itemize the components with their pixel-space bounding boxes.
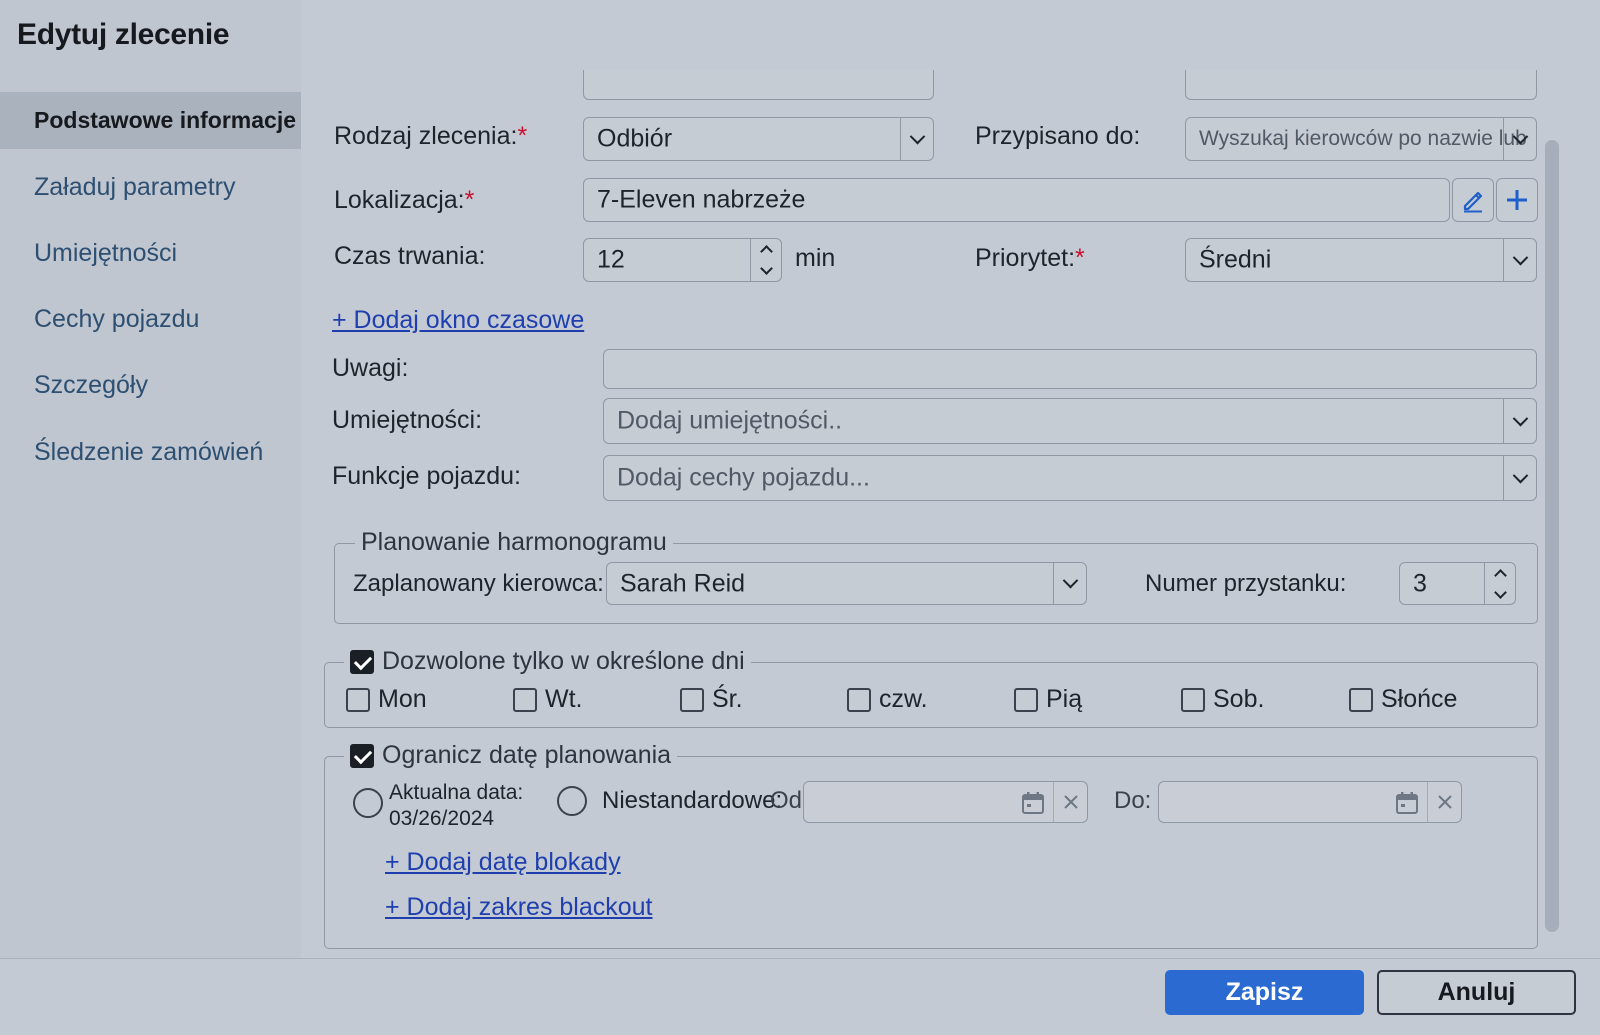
scheduled-driver-label: Zaplanowany kierowca: <box>353 570 604 597</box>
order-type-value: Odbiór <box>597 124 673 153</box>
duration-stepper[interactable]: 12 <box>583 238 782 282</box>
chevron-up-icon[interactable] <box>759 245 773 258</box>
sidebar-item-details[interactable]: Szczegóły <box>0 357 301 414</box>
allowed-days-legend: Dozwolone tylko w określone dni <box>344 647 751 676</box>
schedule-legend: Planowanie harmonogramu <box>355 528 673 557</box>
chevron-down-icon[interactable] <box>1053 563 1086 604</box>
vehicle-features-label: Funkcje pojazdu: <box>332 462 522 490</box>
priority-label: Priorytet:* <box>975 244 1085 272</box>
calendar-icon[interactable] <box>1021 791 1045 820</box>
clear-to-button[interactable] <box>1427 782 1461 822</box>
current-date-label: Aktualna data: <box>389 781 524 804</box>
limit-date-legend-text: Ogranicz datę planowania <box>382 741 672 769</box>
chevron-down-icon[interactable] <box>1503 239 1536 281</box>
add-blackout-date-link[interactable]: + Dodaj datę blokady <box>385 848 621 877</box>
priority-value: Średni <box>1199 245 1272 274</box>
scrollbar-thumb[interactable] <box>1545 140 1559 932</box>
duration-unit: min <box>795 244 836 272</box>
current-date-value: 03/26/2024 <box>389 807 495 830</box>
day-wed[interactable]: Śr. <box>680 685 743 714</box>
order-type-label: Rodzaj zlecenia:* <box>334 122 528 150</box>
custom-date-radio[interactable] <box>557 786 587 816</box>
dialog-title: Edytuj zlecenie <box>17 18 230 51</box>
edit-location-button[interactable] <box>1452 178 1494 222</box>
stop-number-value: 3 <box>1413 569 1427 597</box>
skills-select[interactable]: Dodaj umiejętności.. <box>603 398 1537 444</box>
chevron-down-icon[interactable] <box>1493 585 1507 599</box>
assigned-to-label: Przypisano do: <box>975 122 1141 150</box>
location-label: Lokalizacja:* <box>334 186 475 214</box>
day-sat-checkbox[interactable] <box>1181 687 1205 712</box>
stop-number-spinner[interactable] <box>1484 563 1515 604</box>
notes-input[interactable] <box>603 349 1537 389</box>
chevron-down-icon[interactable] <box>1503 118 1536 160</box>
day-wed-checkbox[interactable] <box>680 687 704 712</box>
scrolled-field-right[interactable] <box>1185 70 1537 100</box>
add-location-button[interactable] <box>1496 178 1538 222</box>
order-type-select[interactable]: Odbiór <box>583 117 934 161</box>
calendar-icon[interactable] <box>1395 791 1419 820</box>
sidebar-item-order-tracking[interactable]: Śledzenie zamówień <box>0 424 301 481</box>
location-input[interactable]: 7-Eleven nabrzeże <box>583 178 1450 222</box>
close-icon <box>1437 795 1452 809</box>
day-sat[interactable]: Sob. <box>1181 685 1264 714</box>
chevron-up-icon[interactable] <box>1493 568 1507 582</box>
scheduled-driver-select[interactable]: Sarah Reid <box>606 562 1087 605</box>
day-thu[interactable]: czw. <box>847 685 928 714</box>
duration-label: Czas trwania: <box>334 242 486 270</box>
day-fri-checkbox[interactable] <box>1014 687 1038 712</box>
day-sun-checkbox[interactable] <box>1349 687 1373 712</box>
clear-from-button[interactable] <box>1053 782 1087 822</box>
save-button[interactable]: Zapisz <box>1165 970 1364 1015</box>
day-mon[interactable]: Mon <box>346 685 427 714</box>
chevron-down-icon[interactable] <box>759 262 773 275</box>
assigned-to-select[interactable]: Wyszukaj kierowców po nazwie lub <box>1185 117 1537 161</box>
add-blackout-range-link[interactable]: + Dodaj zakres blackout <box>385 893 653 922</box>
custom-date-label: Niestandardowe: <box>602 787 783 814</box>
current-date-radio[interactable] <box>353 788 383 818</box>
allowed-days-checkbox[interactable] <box>350 649 374 674</box>
priority-select[interactable]: Średni <box>1185 238 1537 282</box>
sidebar-item-load-params[interactable]: Załaduj parametry <box>0 159 301 216</box>
day-tue-checkbox[interactable] <box>513 687 537 712</box>
plus-icon <box>1507 190 1527 210</box>
duration-spinner[interactable] <box>750 239 781 281</box>
vehicle-features-placeholder: Dodaj cechy pojazdu... <box>617 463 870 492</box>
day-sun[interactable]: Słońce <box>1349 685 1457 714</box>
day-thu-checkbox[interactable] <box>847 687 871 712</box>
chevron-down-icon[interactable] <box>1503 399 1536 443</box>
sidebar-item-vehicle-features[interactable]: Cechy pojazdu <box>0 291 301 348</box>
sidebar-item-skills[interactable]: Umiejętności <box>0 225 301 282</box>
from-date-input[interactable] <box>803 781 1088 823</box>
cancel-button[interactable]: Anuluj <box>1377 970 1576 1015</box>
stop-number-label: Numer przystanku: <box>1145 570 1347 597</box>
notes-label: Uwagi: <box>332 354 409 382</box>
scrolled-field-left[interactable] <box>583 70 934 100</box>
day-tue[interactable]: Wt. <box>513 685 583 714</box>
stop-number-stepper[interactable]: 3 <box>1399 562 1516 605</box>
skills-label: Umiejętności: <box>332 406 483 434</box>
close-icon <box>1063 795 1078 809</box>
day-mon-checkbox[interactable] <box>346 687 370 712</box>
duration-value: 12 <box>597 245 625 274</box>
day-fri[interactable]: Pią <box>1014 685 1082 714</box>
to-date-input[interactable] <box>1158 781 1462 823</box>
skills-placeholder: Dodaj umiejętności.. <box>617 406 843 435</box>
allowed-days-legend-text: Dozwolone tylko w określone dni <box>382 647 745 675</box>
current-date-text: Aktualna data: 03/26/2024 <box>389 780 523 832</box>
chevron-down-icon[interactable] <box>900 118 933 160</box>
chevron-down-icon[interactable] <box>1503 456 1536 500</box>
to-label: Do: <box>1114 787 1152 814</box>
add-time-window-link[interactable]: + Dodaj okno czasowe <box>332 306 584 335</box>
sidebar-item-basic-info[interactable]: Podstawowe informacje <box>0 92 301 149</box>
scheduled-driver-value: Sarah Reid <box>620 569 746 597</box>
assigned-to-placeholder: Wyszukaj kierowców po nazwie lub <box>1199 127 1527 150</box>
location-value: 7-Eleven nabrzeże <box>597 185 806 214</box>
limit-date-checkbox[interactable] <box>350 743 374 768</box>
pencil-icon <box>1463 191 1483 213</box>
vehicle-features-select[interactable]: Dodaj cechy pojazdu... <box>603 455 1537 501</box>
limit-date-legend: Ogranicz datę planowania <box>344 741 678 770</box>
